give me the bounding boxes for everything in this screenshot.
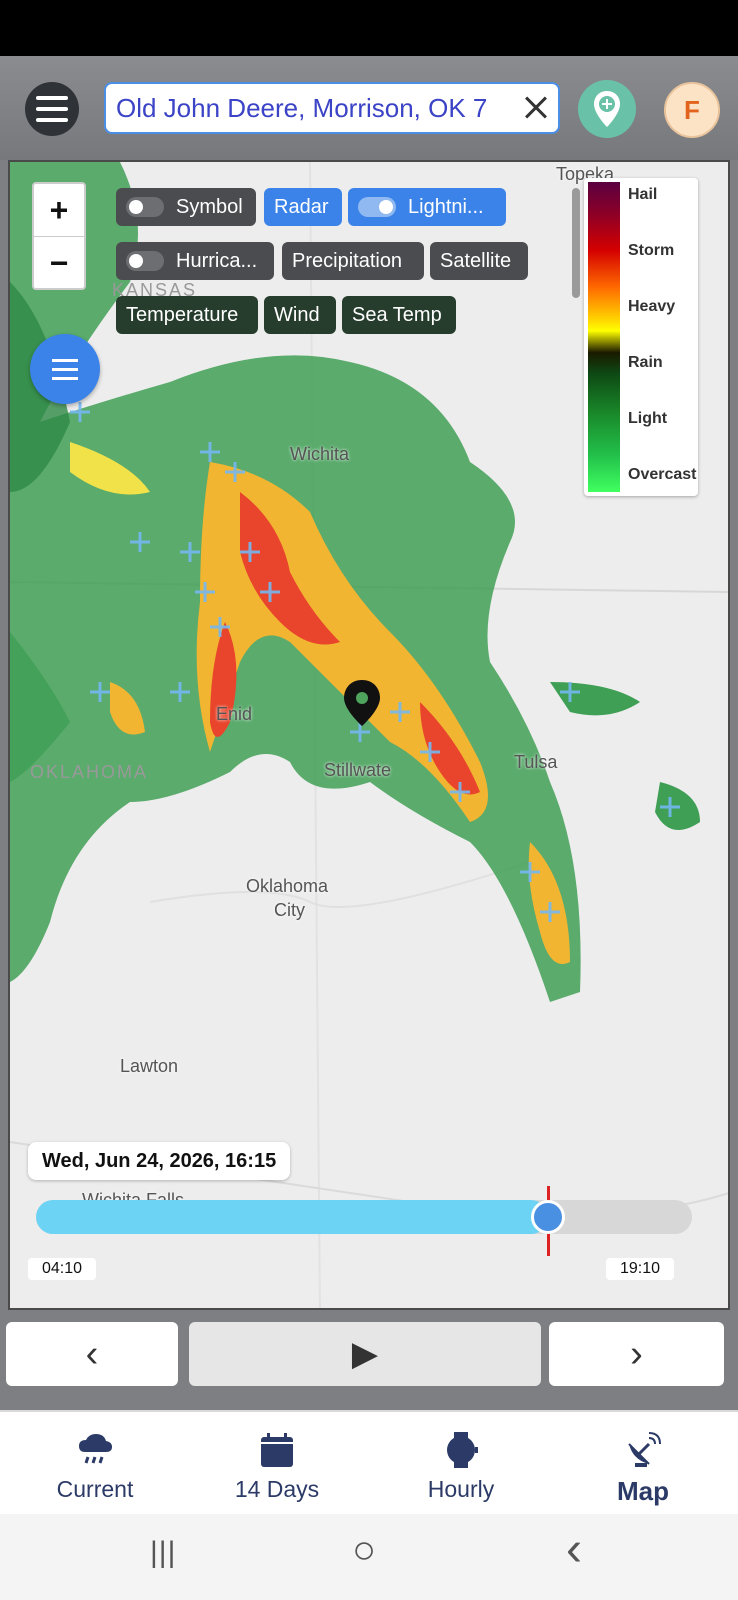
- location-search-input[interactable]: [114, 91, 514, 125]
- tab-hourly[interactable]: Hourly: [406, 1412, 516, 1516]
- timeline-slider-fill: [36, 1200, 548, 1234]
- tab-14-days[interactable]: 14 Days: [222, 1412, 332, 1516]
- play-icon: ▶: [351, 1335, 379, 1373]
- back-icon[interactable]: ‹: [566, 1522, 582, 1577]
- city-label-enid: Enid: [216, 704, 253, 724]
- zoom-in-button[interactable]: +: [34, 184, 84, 237]
- calendar-icon: [261, 1433, 293, 1467]
- satellite-dish-icon: [628, 1432, 661, 1467]
- location-search-box[interactable]: [104, 82, 560, 134]
- system-nav-bar: ||| ○ ‹: [0, 1514, 738, 1600]
- layer-chip-label: Satellite: [440, 249, 512, 272]
- city-label-oklahoma: Oklahoma: [246, 876, 329, 896]
- playback-controls: ‹ ▶ ›: [0, 1310, 738, 1410]
- timeline-slider-thumb[interactable]: [530, 1200, 565, 1234]
- clear-icon[interactable]: [514, 86, 558, 130]
- layer-chip-label: Symbol: [176, 195, 243, 218]
- tab-label: Map: [617, 1476, 669, 1506]
- chevron-left-icon: ‹: [85, 1332, 99, 1375]
- layer-chip-label: Precipitation: [292, 249, 403, 272]
- recent-apps-icon[interactable]: |||: [150, 1536, 176, 1570]
- chevron-right-icon: ›: [630, 1332, 643, 1375]
- home-icon[interactable]: ○: [352, 1528, 376, 1573]
- radar-legend: Hail Storm Heavy Rain Light Overcast: [584, 178, 698, 496]
- timeline-current-time: Wed, Jun 24, 2026, 16:15: [28, 1142, 291, 1180]
- legend-label-heavy: Heavy: [628, 298, 676, 315]
- layer-chip-label: Hurrica...: [176, 249, 258, 272]
- status-bar: [0, 0, 738, 56]
- city-label-tulsa: Tulsa: [514, 752, 558, 772]
- watch-icon: [447, 1432, 478, 1468]
- city-label-wichita: Wichita: [290, 444, 350, 464]
- tab-label: Current: [56, 1476, 134, 1502]
- state-label-oklahoma: OKLAHOMA: [30, 762, 149, 782]
- city-label-stillwater: Stillwate: [324, 760, 392, 780]
- layer-chip-lightning[interactable]: Lightni...: [348, 188, 506, 226]
- layer-chip-symbol[interactable]: Symbol: [116, 188, 256, 226]
- lightning-toggle[interactable]: [358, 197, 396, 217]
- city-label-lawton: Lawton: [120, 1056, 179, 1076]
- hurricane-toggle[interactable]: [126, 251, 164, 271]
- tab-map[interactable]: Map: [588, 1412, 698, 1516]
- hamburger-menu-button[interactable]: [25, 82, 79, 136]
- location-pin-plus-icon: [594, 91, 620, 127]
- layer-chip-label: Temperature: [126, 303, 239, 326]
- layers-menu-button[interactable]: [30, 334, 100, 404]
- symbol-toggle[interactable]: [126, 197, 164, 217]
- layer-chip-label: Lightni...: [408, 195, 484, 218]
- tab-label: 14 Days: [234, 1476, 320, 1502]
- layer-chip-hurricane[interactable]: Hurrica...: [116, 242, 274, 280]
- city-label-city: City: [274, 900, 305, 920]
- legend-label-light: Light: [628, 410, 668, 427]
- radar-map[interactable]: Topeka Wichita Enid Stillwate Tulsa Okla…: [8, 160, 730, 1310]
- legend-label-rain: Rain: [628, 354, 663, 371]
- legend-label-overcast: Overcast: [628, 466, 697, 483]
- chip-scroll-indicator[interactable]: [572, 188, 580, 298]
- layer-chip-radar[interactable]: Radar: [264, 188, 342, 226]
- layer-chip-label: Sea Temp: [352, 303, 442, 326]
- layer-chip-precipitation[interactable]: Precipitation: [282, 242, 424, 280]
- legend-color-bar: [588, 182, 620, 492]
- previous-frame-button[interactable]: ‹: [6, 1322, 178, 1386]
- zoom-control: + −: [32, 182, 86, 290]
- play-button[interactable]: ▶: [189, 1322, 541, 1386]
- zoom-out-button[interactable]: −: [34, 237, 84, 289]
- layer-chip-wind[interactable]: Wind: [264, 296, 336, 334]
- tab-current[interactable]: Current: [40, 1412, 150, 1516]
- temperature-unit-button[interactable]: F: [664, 82, 720, 138]
- layer-chip-satellite[interactable]: Satellite: [430, 242, 528, 280]
- layer-chip-sea-temp[interactable]: Sea Temp: [342, 296, 456, 334]
- timeline-end-time: 19:10: [606, 1258, 675, 1280]
- layer-chip-label: Wind: [274, 303, 320, 326]
- add-location-button[interactable]: [578, 80, 636, 138]
- timeline-slider[interactable]: [36, 1186, 692, 1256]
- layer-chip-temperature[interactable]: Temperature: [116, 296, 258, 334]
- next-frame-button[interactable]: ›: [549, 1322, 724, 1386]
- legend-label-hail: Hail: [628, 186, 658, 203]
- cloud-rain-icon: [79, 1434, 112, 1464]
- legend-label-storm: Storm: [628, 242, 675, 259]
- bottom-tab-bar: Current 14 Days Hourly Map: [0, 1410, 738, 1516]
- tab-label: Hourly: [427, 1476, 495, 1502]
- layer-chip-label: Radar: [274, 195, 329, 218]
- timeline-start-time: 04:10: [28, 1258, 97, 1280]
